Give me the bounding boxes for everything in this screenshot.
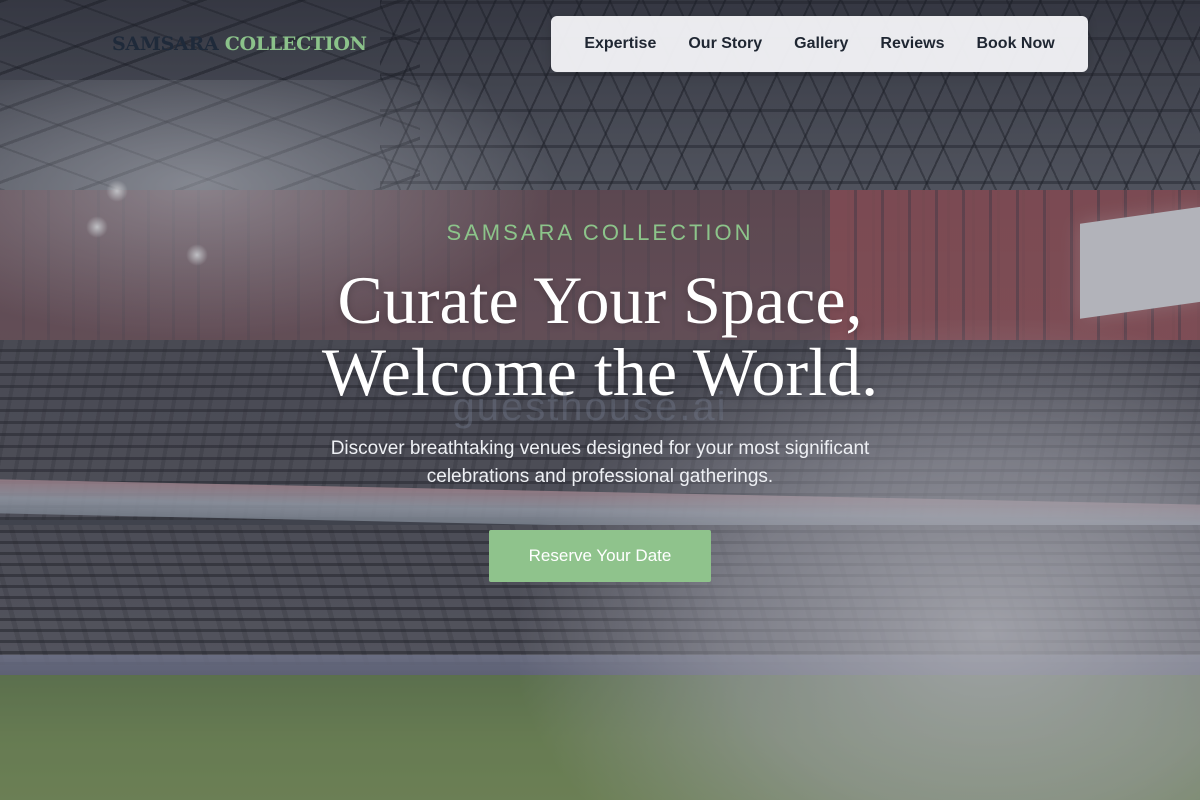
nav-item-gallery[interactable]: Gallery xyxy=(794,35,848,53)
hero-subtitle-line-1: Discover breathtaking venues designed fo… xyxy=(330,438,870,459)
reserve-date-button[interactable]: Reserve Your Date xyxy=(489,530,711,582)
nav-item-reviews[interactable]: Reviews xyxy=(880,35,944,53)
logo-text-secondary: COLLECTION xyxy=(224,33,367,55)
main-nav: Expertise Our Story Gallery Reviews Book… xyxy=(551,16,1088,72)
nav-item-expertise[interactable]: Expertise xyxy=(584,35,656,53)
brand-logo[interactable]: SAMSARA COLLECTION xyxy=(112,33,367,55)
hero-subtitle: Discover breathtaking venues designed fo… xyxy=(0,435,1200,491)
nav-item-book-now[interactable]: Book Now xyxy=(976,35,1054,53)
watermark: guesthouse.ai xyxy=(452,385,728,429)
hero-headline-line-1: Curate Your Space, xyxy=(337,262,863,338)
hero-subtitle-line-2: celebrations and professional gatherings… xyxy=(426,466,774,487)
hero-eyebrow: SAMSARA COLLECTION xyxy=(446,220,754,245)
nav-item-our-story[interactable]: Our Story xyxy=(688,35,762,53)
logo-text-primary: SAMSARA xyxy=(112,33,219,55)
